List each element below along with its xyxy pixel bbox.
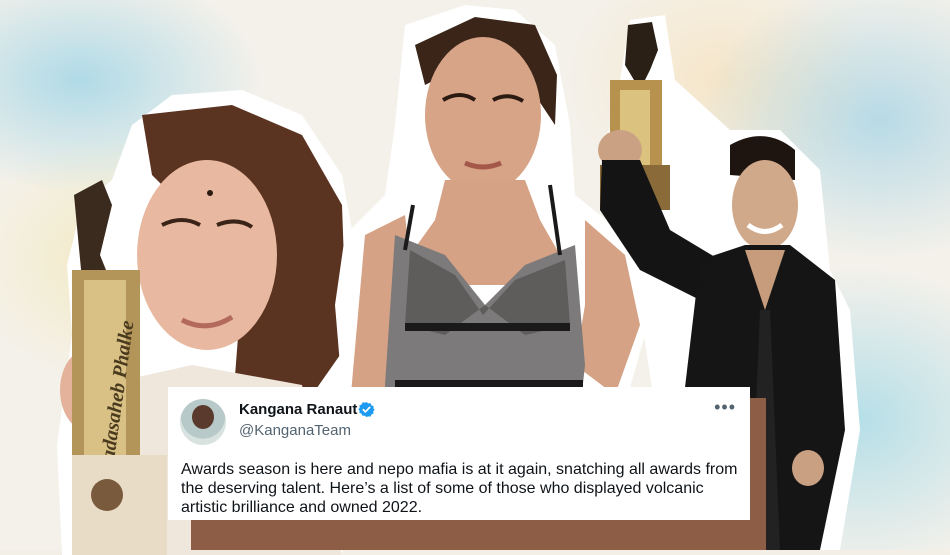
more-options-icon[interactable]: ••• xyxy=(714,397,736,418)
author-handle[interactable]: @KanganaTeam xyxy=(239,422,351,439)
tweet-card: Kangana Ranaut @KanganaTeam ••• Awards s… xyxy=(168,387,750,520)
author-name[interactable]: Kangana Ranaut xyxy=(239,401,357,418)
tweet-text: Awards season is here and nepo mafia is … xyxy=(181,461,738,516)
author-avatar[interactable] xyxy=(180,399,226,445)
verified-badge-icon xyxy=(358,402,375,417)
